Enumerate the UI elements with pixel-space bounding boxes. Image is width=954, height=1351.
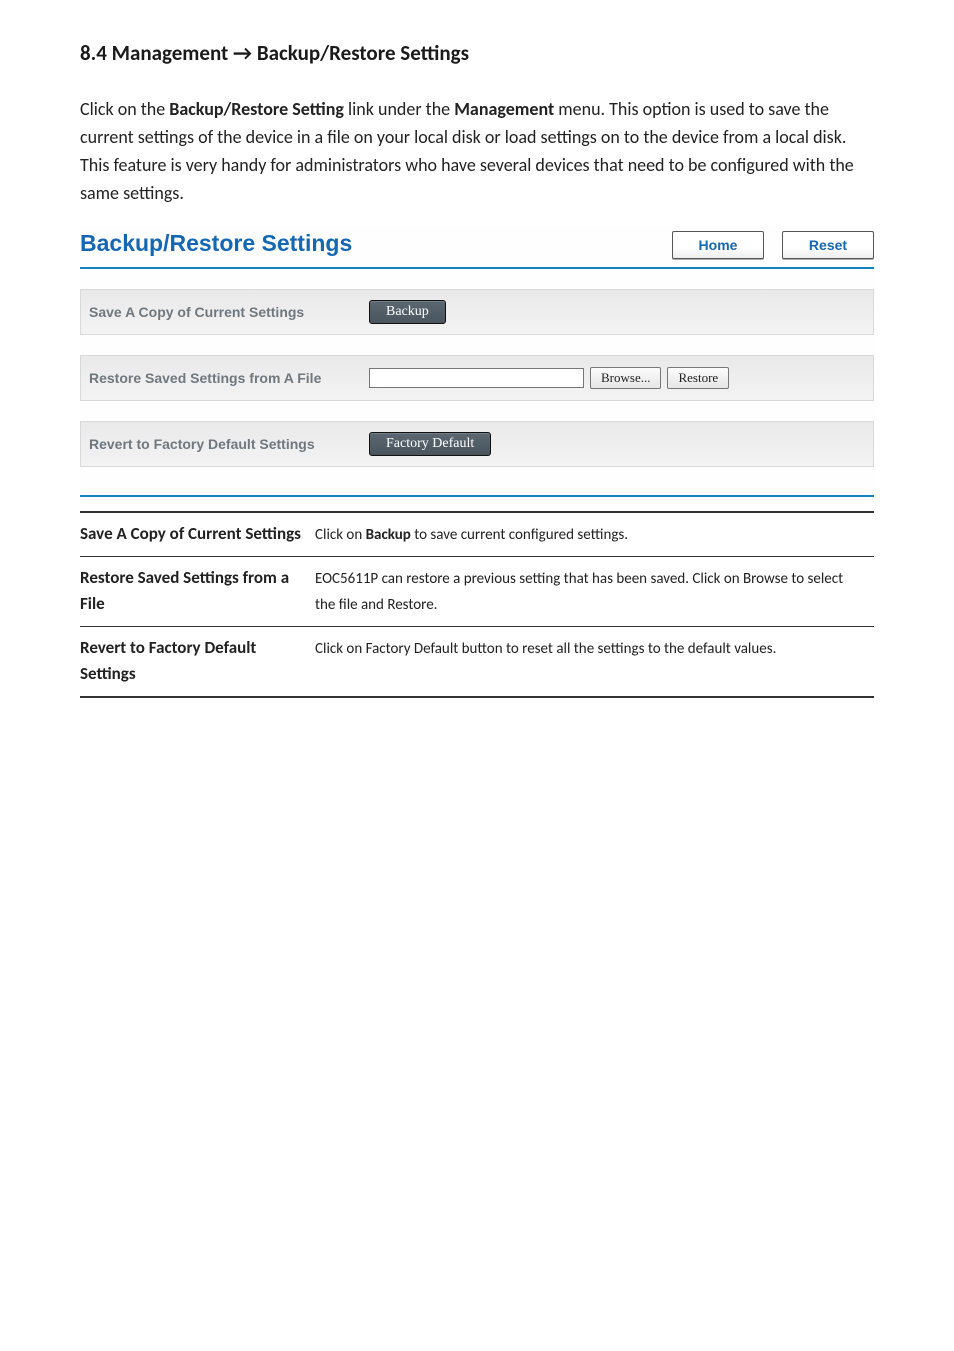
def-factory-default: Click on Factory Default button to reset… xyxy=(315,627,874,697)
panel-bottom-rule xyxy=(80,495,874,497)
browse-button[interactable]: Browse... xyxy=(590,367,661,389)
file-path-input[interactable] xyxy=(369,368,584,388)
intro-text: Click on the xyxy=(80,98,169,120)
row-factory-default: Revert to Factory Default Settings Facto… xyxy=(80,421,874,467)
description-table: Save A Copy of Current Settings Click on… xyxy=(80,511,874,698)
row-save-copy: Save A Copy of Current Settings Backup xyxy=(80,289,874,335)
table-row: Restore Saved Settings from a File EOC56… xyxy=(80,557,874,627)
panel-header: Backup/Restore Settings Home Reset xyxy=(80,226,874,269)
panel-title: Backup/Restore Settings xyxy=(80,226,352,265)
term-factory-default: Revert to Factory Default Settings xyxy=(80,627,315,697)
term-restore-file: Restore Saved Settings from a File xyxy=(80,557,315,627)
row-restore-from-file: Restore Saved Settings from A File Brows… xyxy=(80,355,874,401)
panel-header-buttons: Home Reset xyxy=(672,231,874,259)
row-revert-label: Revert to Factory Default Settings xyxy=(89,436,369,452)
section-heading: 8.4 Management → Backup/Restore Settings xyxy=(80,40,874,66)
term-save-copy: Save A Copy of Current Settings xyxy=(80,512,315,557)
restore-button[interactable]: Restore xyxy=(667,367,729,389)
reset-button[interactable]: Reset xyxy=(782,231,874,259)
def-bold-backup: Backup xyxy=(366,526,411,544)
backup-restore-panel: Backup/Restore Settings Home Reset Save … xyxy=(80,226,874,497)
def-text: to save current configured settings. xyxy=(411,526,628,544)
table-row: Revert to Factory Default Settings Click… xyxy=(80,627,874,697)
row-save-label: Save A Copy of Current Settings xyxy=(89,304,369,320)
intro-bold-management: Management xyxy=(454,98,554,120)
table-row: Save A Copy of Current Settings Click on… xyxy=(80,512,874,557)
home-button[interactable]: Home xyxy=(672,231,764,259)
intro-paragraph: Click on the Backup/Restore Setting link… xyxy=(80,96,874,208)
backup-button[interactable]: Backup xyxy=(369,300,446,324)
def-save-copy: Click on Backup to save current configur… xyxy=(315,512,874,557)
intro-bold-backup: Backup/Restore Setting xyxy=(169,98,344,120)
intro-text: link under the xyxy=(344,98,454,120)
row-restore-label: Restore Saved Settings from A File xyxy=(89,370,369,386)
def-restore-file: EOC5611P can restore a previous setting … xyxy=(315,557,874,627)
def-text: Click on xyxy=(315,526,366,544)
factory-default-button[interactable]: Factory Default xyxy=(369,432,491,456)
